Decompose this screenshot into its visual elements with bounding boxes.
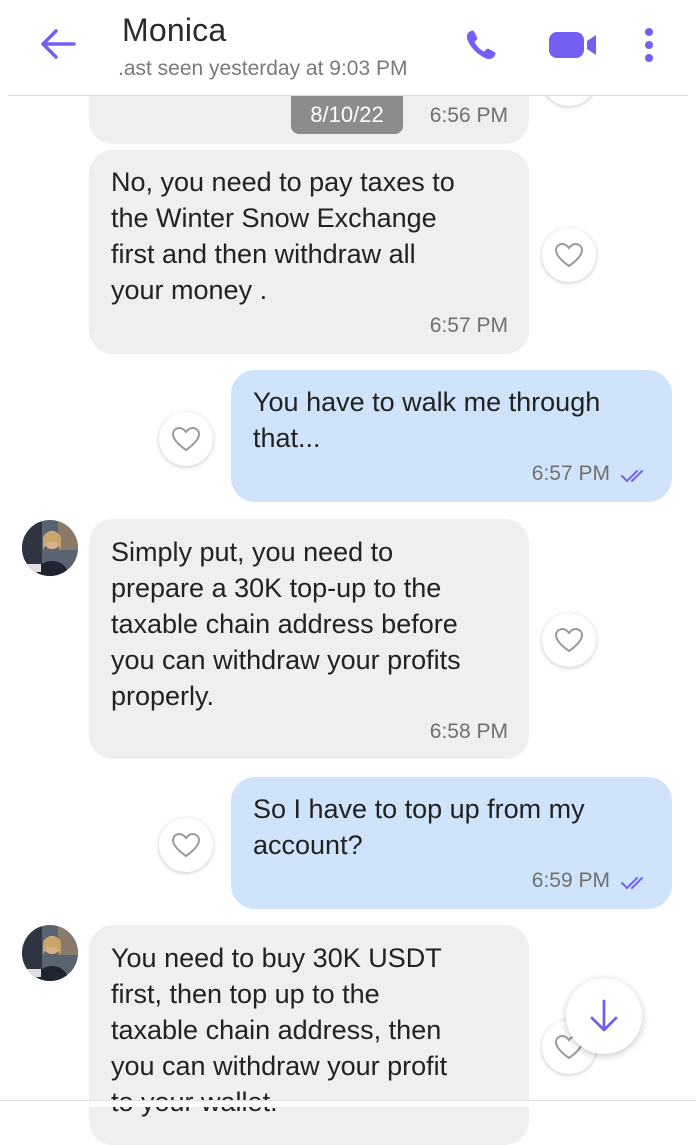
header-divider	[8, 95, 688, 96]
message-text-line: first and then withdraw all	[111, 239, 416, 269]
message-text-line: your money .	[111, 275, 268, 305]
message-text-line: first, then top up to the	[111, 979, 380, 1009]
read-receipt-icon	[620, 875, 650, 891]
phone-icon[interactable]	[460, 26, 502, 64]
read-receipt-icon	[620, 468, 650, 484]
chat-header: Monica .ast seen yesterday at 9:03 PM	[0, 0, 696, 96]
like-heart-button[interactable]	[159, 412, 213, 466]
message-time: 6:57 PM	[531, 462, 610, 485]
message-text-line: You need to buy 30K USDT	[111, 943, 442, 973]
message-text-line: prepare a 30K top-up to the	[111, 573, 442, 603]
contact-avatar[interactable]	[22, 520, 78, 576]
video-camera-icon[interactable]	[546, 27, 600, 63]
like-heart-button[interactable]	[542, 228, 596, 282]
message-text-line: Simply put, you need to	[111, 537, 394, 567]
last-seen-status: .ast seen yesterday at 9:03 PM	[118, 57, 408, 80]
more-vert-icon[interactable]	[636, 24, 662, 66]
date-separator-badge: 8/10/22	[291, 96, 403, 134]
message-time: 6:58 PM	[429, 720, 508, 743]
message-text-line: taxable chain address before	[111, 609, 458, 639]
message-text-line: properly.	[111, 681, 215, 711]
back-arrow-icon[interactable]	[38, 26, 78, 62]
like-heart-button[interactable]	[542, 613, 596, 667]
message-text-line: So I have to top up from my	[253, 794, 585, 824]
arrow-down-icon	[590, 999, 618, 1032]
message-time: 6:59 PM	[531, 869, 610, 892]
message-text-line: you can withdraw your profits	[111, 645, 461, 675]
message-text-line: You have to walk me through	[253, 387, 601, 417]
message-text-line: the Winter Snow Exchange	[111, 203, 437, 233]
scroll-to-bottom-button[interactable]	[566, 978, 642, 1054]
message-time: 6:57 PM	[429, 314, 508, 337]
contact-name[interactable]: Monica	[122, 12, 226, 49]
message-text-line: taxable chain address, then	[111, 1015, 442, 1045]
like-heart-button[interactable]	[159, 818, 213, 872]
contact-avatar[interactable]	[22, 925, 78, 981]
message-text-line: account?	[253, 830, 363, 860]
message-text-line: No, you need to pay taxes to	[111, 167, 455, 197]
message-text-line: that...	[253, 423, 321, 453]
message-text-line: you can withdraw your profit	[111, 1051, 448, 1081]
